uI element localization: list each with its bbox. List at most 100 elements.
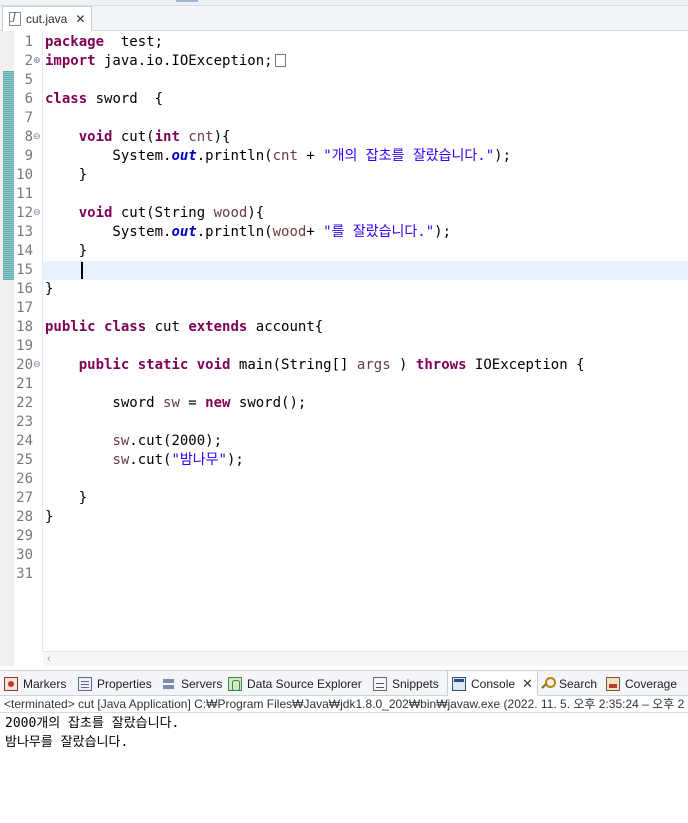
code-token: ); — [434, 224, 452, 240]
console-output[interactable]: 2000개의 잡초를 잘랐습니다. 밤나무를 잘랐습니다. — [0, 713, 688, 823]
code-token: cut — [146, 319, 189, 335]
code-token: new — [205, 395, 231, 411]
code-token: out — [171, 224, 197, 240]
code-token: "개의 잡초를 잘랐습니다." — [323, 148, 495, 164]
code-line[interactable]: public static void main(String[] args ) … — [45, 356, 585, 375]
code-token: test; — [104, 34, 164, 50]
code-token: .println( — [196, 224, 273, 240]
close-icon[interactable]: ✕ — [522, 676, 533, 692]
expand-fold-icon[interactable]: ⊕ — [33, 52, 43, 71]
bottom-panel-tab-bar: Markers Properties Servers Data Source Expl… — [0, 670, 688, 696]
console-icon — [452, 676, 466, 691]
code-line[interactable]: } — [45, 166, 87, 185]
line-number: 25 — [16, 452, 33, 468]
line-number: 8 — [24, 129, 33, 145]
code-token: ); — [494, 148, 511, 164]
code-line[interactable]: sw.cut("밤나무"); — [45, 451, 244, 470]
panel-tab-coverage[interactable]: Coverage — [606, 671, 677, 696]
line-number: 14 — [16, 243, 33, 259]
code-token: sw — [112, 433, 130, 449]
properties-icon — [78, 676, 92, 691]
panel-tab-search[interactable]: Search — [540, 671, 597, 696]
collapse-fold-icon[interactable]: ⊖ — [33, 356, 43, 375]
line-number: 6 — [24, 91, 33, 107]
code-token: sword(); — [230, 395, 307, 411]
panel-tab-servers[interactable]: Servers — [162, 671, 222, 696]
editor-tab-cut-java[interactable]: cut.java ✕ — [2, 6, 92, 31]
code-line[interactable]: System.out.println(cnt + "개의 잡초를 잘랐습니다."… — [45, 147, 511, 166]
code-line[interactable]: void cut(int cnt){ — [45, 128, 231, 147]
console-output-line: 밤나무를 잘랐습니다. — [5, 735, 129, 750]
panel-tab-console[interactable]: Console ✕ — [447, 671, 538, 696]
code-line[interactable]: package test; — [45, 33, 163, 52]
code-token: ); — [226, 452, 244, 468]
code-token: = — [179, 395, 206, 411]
code-line[interactable]: sword sw = new sword(); — [45, 394, 306, 413]
line-number: 20 — [16, 357, 33, 373]
line-number: 5 — [24, 72, 33, 88]
panel-tab-markers[interactable]: Markers — [4, 671, 66, 696]
code-token: import — [45, 53, 96, 69]
current-line-highlight — [43, 261, 688, 280]
panel-tab-label: Servers — [181, 676, 223, 691]
panel-tab-properties[interactable]: Properties — [78, 671, 152, 696]
code-token: } — [45, 243, 88, 259]
horizontal-scrollbar[interactable]: ‹ — [43, 651, 688, 666]
code-token: } — [45, 281, 54, 297]
code-line[interactable]: } — [45, 280, 53, 299]
panel-tab-data-source-explorer[interactable]: Data Source Explorer — [228, 671, 362, 696]
line-number: 13 — [16, 224, 33, 240]
code-line[interactable]: void cut(String wood){ — [45, 204, 264, 223]
code-line[interactable]: } — [45, 489, 87, 508]
line-number: 9 — [24, 148, 33, 164]
code-token: out — [171, 148, 197, 164]
code-line[interactable]: sw.cut(2000); — [45, 432, 222, 451]
panel-tab-label: Data Source Explorer — [247, 676, 362, 691]
code-token: void — [78, 205, 113, 221]
panel-tab-label: Markers — [23, 676, 67, 691]
code-token: ) — [390, 357, 416, 373]
collapse-fold-icon[interactable]: ⊖ — [33, 204, 43, 223]
scroll-left-icon[interactable]: ‹ — [47, 652, 51, 666]
snippets-icon — [373, 676, 387, 691]
panel-tab-label: Snippets — [392, 676, 439, 691]
collapse-fold-icon[interactable]: ⊖ — [33, 128, 43, 147]
text-caret — [81, 262, 83, 279]
code-editor[interactable]: 1 package test; 2 ⊕ import java.io.IOExcepti… — [0, 31, 688, 666]
code-token: class — [104, 319, 147, 335]
code-line[interactable]: } — [45, 242, 87, 261]
panel-tab-snippets[interactable]: Snippets — [373, 671, 439, 696]
coverage-icon — [606, 676, 620, 691]
code-line[interactable]: class sword { — [45, 90, 163, 109]
line-number: 17 — [16, 300, 33, 316]
code-token: cut( — [112, 129, 155, 145]
code-token: int — [154, 129, 180, 145]
line-number: 18 — [16, 319, 33, 335]
code-line[interactable]: } — [45, 508, 53, 527]
code-token: cnt — [188, 129, 214, 145]
code-line[interactable]: public class cut extends account{ — [45, 318, 323, 337]
line-number: 10 — [16, 167, 33, 183]
folded-imports-box[interactable] — [274, 54, 286, 67]
code-line[interactable]: System.out.println(wood+ "를 잘랐습니다."); — [45, 223, 451, 242]
line-number: 2 — [24, 53, 33, 69]
code-token: "를 잘랐습니다." — [323, 224, 435, 240]
close-icon[interactable]: ✕ — [75, 12, 85, 26]
code-token: main(String[] — [230, 357, 357, 373]
code-token: static — [137, 357, 189, 373]
code-token: sw — [163, 395, 180, 411]
code-token: "밤나무" — [171, 452, 227, 468]
line-number: 19 — [16, 338, 33, 354]
code-token: sw — [112, 452, 130, 468]
markers-icon — [4, 676, 18, 691]
code-token: package — [45, 34, 105, 50]
code-token: account{ — [247, 319, 324, 335]
code-token: void — [78, 129, 113, 145]
code-token: args — [356, 357, 391, 373]
code-line[interactable]: import java.io.IOException; — [45, 52, 286, 71]
